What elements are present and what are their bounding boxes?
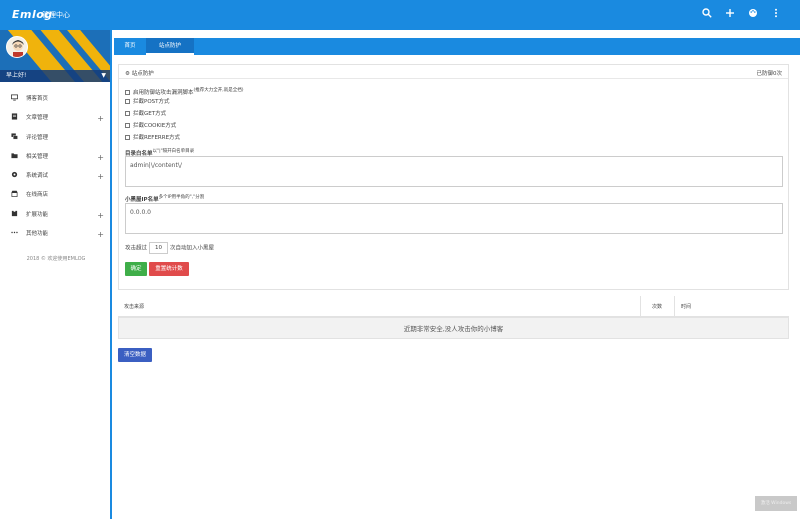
clear-data-button[interactable]: 清空数据: [118, 348, 152, 362]
option-enable-defense[interactable]: 启用防御站攻击漏洞脚本(推荐大力全开,就是全挡): [125, 86, 244, 96]
sidebar: 早上好! ▼ 博客首页 文章管理 + 评论管理 相关管理 + 系统调试 + 在线…: [0, 30, 112, 519]
checkbox[interactable]: [125, 89, 130, 95]
caret-down-icon: ▼: [101, 72, 106, 79]
expand-plus-icon[interactable]: +: [97, 225, 104, 244]
attack-count-input[interactable]: 10: [149, 242, 169, 254]
sidebar-footer: 2018 © 欢迎使用EMLOG: [26, 256, 86, 262]
shield-icon: ⚙: [125, 71, 130, 77]
monitor-icon: [11, 90, 18, 109]
sidebar-item-comments[interactable]: 评论管理: [0, 129, 110, 148]
greeting-text: 早上好!: [6, 72, 27, 79]
column-divider: [674, 296, 675, 317]
option-block-cookie[interactable]: 拦截COOKIE方式: [125, 122, 176, 131]
attack-prefix: 攻击超过: [125, 245, 148, 252]
avatar[interactable]: [6, 36, 28, 58]
option-block-referre[interactable]: 拦截REFERRE方式: [125, 134, 180, 143]
tab-home[interactable]: 首页: [116, 38, 144, 55]
more-vertical-icon[interactable]: [769, 8, 783, 22]
column-count: 次数: [652, 304, 663, 310]
option-block-get[interactable]: 拦截GET方式: [125, 110, 166, 119]
panel-header: ⚙ 站点防护 已防御0次: [119, 65, 788, 79]
tab-site-protection[interactable]: 站点防护: [146, 38, 194, 55]
ip-note: 多个IP用半角的","分割: [158, 195, 205, 200]
empty-message: 近期非常安全,没人攻击你的小博客: [118, 317, 789, 339]
ellipsis-icon: [11, 225, 18, 244]
reset-stats-button[interactable]: 重置统计数: [149, 262, 189, 276]
option-note: (推荐大力全开,就是全挡): [193, 88, 244, 93]
panel-title: ⚙ 站点防护: [125, 69, 154, 77]
app-subtitle: 管理中心: [42, 11, 70, 19]
sidebar-item-system[interactable]: 系统调试 +: [0, 167, 110, 186]
checkbox[interactable]: [125, 135, 130, 140]
expand-plus-icon[interactable]: +: [97, 109, 104, 128]
ip-blacklist-textarea[interactable]: 0.0.0.0: [125, 203, 783, 234]
attack-threshold-row: 攻击超过 10 次自动加入小黑屋: [125, 242, 214, 254]
option-label: 拦截POST方式: [133, 99, 170, 105]
sidebar-item-related[interactable]: 相关管理 +: [0, 148, 110, 167]
protection-panel: ⚙ 站点防护 已防御0次 启用防御站攻击漏洞脚本(推荐大力全开,就是全挡) 拦截…: [118, 64, 789, 290]
sidebar-item-store[interactable]: 在线商店: [0, 186, 110, 205]
attack-log-table: 攻击来源 次数 时间 近期非常安全,没人攻击你的小博客: [118, 296, 789, 339]
sidebar-banner: 早上好! ▼: [0, 30, 110, 82]
puzzle-icon: [11, 206, 18, 225]
sidebar-item-label: 文章管理: [26, 115, 49, 122]
user-menu[interactable]: 早上好! ▼: [0, 70, 110, 82]
option-label: 启用防御站攻击漏洞脚本: [133, 89, 194, 96]
panel-title-text: 站点防护: [131, 71, 154, 77]
attack-suffix: 次自动加入小黑屋: [170, 245, 215, 252]
search-icon[interactable]: [700, 8, 714, 22]
sidebar-item-label: 评论管理: [26, 134, 49, 141]
confirm-button[interactable]: 确定: [125, 262, 147, 276]
tab-bar: 首页 站点防护: [114, 38, 800, 55]
sidebar-item-other[interactable]: 其他功能 +: [0, 225, 110, 244]
option-label: 拦截REFERRE方式: [133, 135, 181, 141]
ip-blacklist-label: 小黑屋IP名单多个IP用半角的","分割: [125, 194, 204, 203]
sidebar-item-home[interactable]: 博客首页: [0, 90, 110, 109]
expand-plus-icon[interactable]: +: [97, 167, 104, 186]
expand-plus-icon[interactable]: +: [97, 206, 104, 225]
checkbox[interactable]: [125, 111, 130, 116]
column-source: 攻击来源: [124, 304, 145, 310]
sidebar-item-label: 系统调试: [26, 173, 49, 180]
document-icon: [11, 109, 18, 128]
sidebar-menu: 博客首页 文章管理 + 评论管理 相关管理 + 系统调试 + 在线商店 扩展功能…: [0, 90, 110, 244]
whitelist-note: 以"|"隔开白名单目录: [152, 149, 195, 154]
gear-icon: [11, 167, 18, 186]
expand-plus-icon[interactable]: +: [97, 148, 104, 167]
whitelist-textarea[interactable]: admin|\/content\/: [125, 156, 783, 187]
add-icon[interactable]: [723, 8, 737, 22]
sidebar-item-label: 在线商店: [26, 192, 49, 199]
palette-icon[interactable]: [746, 8, 760, 22]
checkbox[interactable]: [125, 99, 130, 104]
sidebar-item-extensions[interactable]: 扩展功能 +: [0, 206, 110, 225]
store-icon: [11, 186, 18, 205]
sidebar-item-label: 其他功能: [26, 231, 49, 238]
comments-icon: [11, 129, 18, 148]
sidebar-item-label: 相关管理: [26, 153, 49, 160]
sidebar-item-label: 扩展功能: [26, 211, 49, 218]
option-label: 拦截GET方式: [133, 111, 167, 117]
ip-label-text: 小黑屋IP名单: [125, 196, 159, 203]
column-divider: [640, 296, 641, 317]
top-header: Emlog 管理中心: [0, 0, 800, 30]
checkbox[interactable]: [125, 123, 130, 128]
sidebar-item-articles[interactable]: 文章管理 +: [0, 109, 110, 128]
sidebar-item-label: 博客首页: [26, 96, 49, 102]
defense-count: 已防御0次: [756, 71, 783, 77]
column-time: 时间: [681, 304, 692, 310]
option-label: 拦截COOKIE方式: [133, 123, 177, 129]
folder-icon: [11, 148, 18, 167]
option-block-post[interactable]: 拦截POST方式: [125, 98, 170, 107]
table-header: 攻击来源 次数 时间: [118, 296, 789, 317]
activation-watermark: 激活 Windows: [755, 496, 797, 511]
